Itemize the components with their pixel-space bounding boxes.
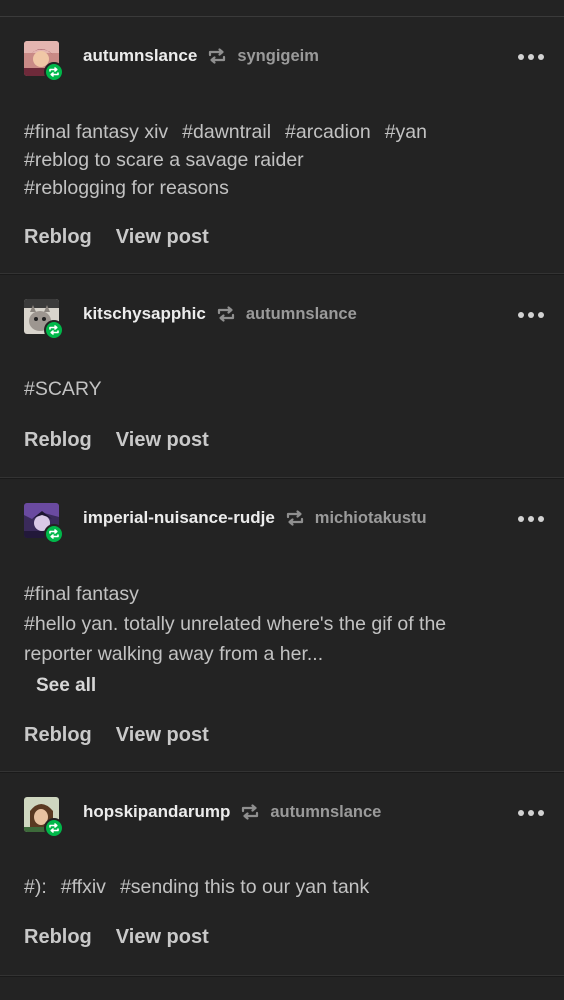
tag-link[interactable]: #dawntrail (182, 121, 271, 143)
note-actions: Reblog View post (24, 429, 209, 452)
note-header: hopskipandarump autumnslance (24, 797, 548, 838)
tag-link[interactable]: #arcadion (285, 121, 371, 143)
tag-link[interactable]: #reblogging for reasons (24, 177, 229, 199)
note-actions: Reblog View post (24, 724, 209, 747)
source-link[interactable]: michiotakustu (315, 509, 427, 528)
note-names: hopskipandarump autumnslance (83, 802, 381, 822)
tag-line: #final fantasy xiv #dawntrail #arcadion #ya… (24, 118, 544, 146)
tag-link[interactable]: #sending this to our yan tank (120, 876, 369, 898)
more-options-icon[interactable] (518, 311, 544, 319)
view-post-button[interactable]: View post (116, 226, 209, 249)
tag-link[interactable]: #ffxiv (61, 876, 106, 898)
more-options-icon[interactable] (518, 809, 544, 817)
note-item: hopskipandarump autumnslance #): #ffxiv #s… (0, 773, 564, 977)
reblog-badge-icon (44, 320, 64, 340)
tag-line: #SCARY (24, 375, 544, 403)
note-names: autumnslance syngigeim (83, 46, 319, 66)
username-link[interactable]: imperial-nuisance-rudje (83, 508, 275, 528)
tag-line: #): #ffxiv #sending this to our yan tank (24, 873, 544, 901)
tags: #SCARY (24, 375, 544, 403)
view-post-button[interactable]: View post (116, 429, 209, 452)
reblog-badge-icon (44, 818, 64, 838)
tag-link[interactable]: #final fantasy (24, 583, 139, 605)
tag-link[interactable]: #hello yan. totally unrelated where's th… (24, 613, 446, 635)
username-link[interactable]: kitschysapphic (83, 304, 206, 324)
source-link[interactable]: autumnslance (270, 803, 381, 822)
note-item: imperial-nuisance-rudje michiotakustu #f… (0, 479, 564, 773)
notes-list: autumnslance syngigeim #final fantasy xi… (0, 17, 564, 977)
note-header: autumnslance syngigeim (24, 41, 548, 82)
tag-link[interactable]: #SCARY (24, 378, 102, 400)
reblog-arrows-icon (216, 305, 236, 323)
reblog-button[interactable]: Reblog (24, 226, 92, 249)
note-names: kitschysapphic autumnslance (83, 304, 357, 324)
tag-link[interactable]: #reblog to scare a savage raider (24, 149, 304, 171)
note-header: kitschysapphic autumnslance (24, 299, 548, 340)
tag-line: #reblogging for reasons (24, 174, 544, 202)
note-item: autumnslance syngigeim #final fantasy xi… (0, 17, 564, 275)
note-actions: Reblog View post (24, 226, 209, 249)
view-post-button[interactable]: View post (116, 926, 209, 949)
source-link[interactable]: autumnslance (246, 305, 357, 324)
note-item: kitschysapphic autumnslance #SCARY Reblo… (0, 275, 564, 479)
view-post-button[interactable]: View post (116, 724, 209, 747)
reblog-button[interactable]: Reblog (24, 429, 92, 452)
note-actions: Reblog View post (24, 926, 209, 949)
tag-link[interactable]: #final fantasy xiv (24, 121, 168, 143)
more-options-icon[interactable] (518, 515, 544, 523)
tag-link[interactable]: reporter walking away from a her... (24, 643, 323, 665)
reblog-arrows-icon (285, 509, 305, 527)
tag-line: #reblog to scare a savage raider (24, 146, 544, 174)
tag-line: #hello yan. totally unrelated where's th… (24, 609, 544, 639)
tags: #final fantasy #hello yan. totally unrel… (24, 579, 544, 701)
username-link[interactable]: hopskipandarump (83, 802, 230, 822)
note-header: imperial-nuisance-rudje michiotakustu (24, 503, 548, 544)
tags: #): #ffxiv #sending this to our yan tank (24, 873, 544, 901)
reblog-badge-icon (44, 62, 64, 82)
see-all-button[interactable]: See all (36, 671, 544, 701)
username-link[interactable]: autumnslance (83, 46, 197, 66)
reblog-button[interactable]: Reblog (24, 926, 92, 949)
tag-link[interactable]: #): (24, 876, 47, 898)
reblog-arrows-icon (207, 47, 227, 65)
tag-line: reporter walking away from a her... (24, 639, 544, 669)
reblog-badge-icon (44, 524, 64, 544)
more-options-icon[interactable] (518, 53, 544, 61)
reblog-arrows-icon (240, 803, 260, 821)
reblog-button[interactable]: Reblog (24, 724, 92, 747)
note-names: imperial-nuisance-rudje michiotakustu (83, 508, 427, 528)
tag-line: #final fantasy (24, 579, 544, 609)
tag-link[interactable]: #yan (385, 121, 427, 143)
source-link[interactable]: syngigeim (237, 47, 319, 66)
tags: #final fantasy xiv #dawntrail #arcadion #ya… (24, 118, 544, 202)
